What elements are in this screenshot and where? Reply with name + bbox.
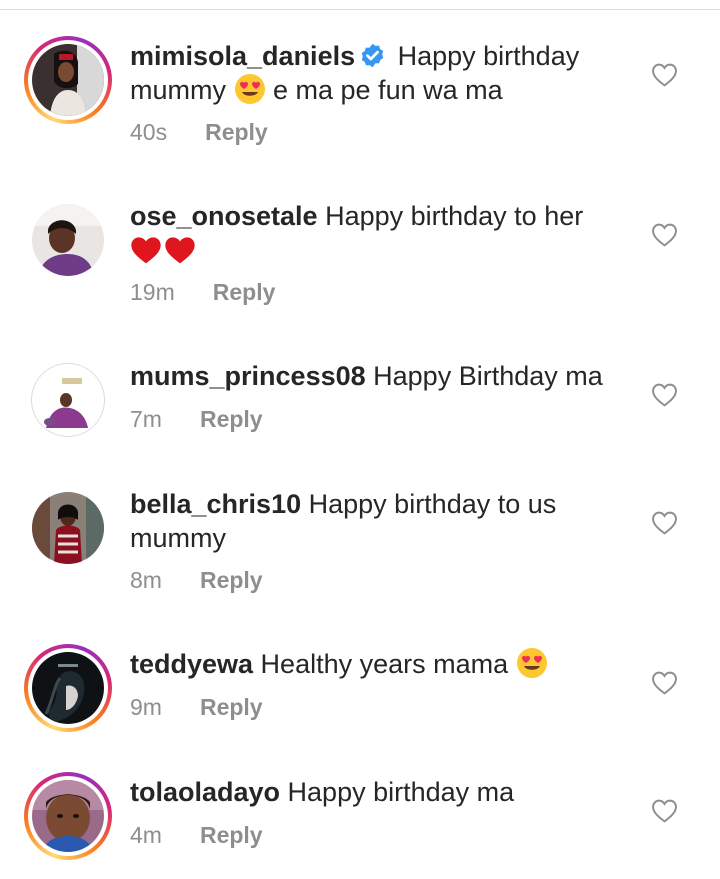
reply-button[interactable]: Reply <box>213 279 276 305</box>
comment-username[interactable]: mimisola_daniels <box>130 41 355 71</box>
two-red-hearts-emoji-icon <box>130 235 196 265</box>
comment-username[interactable]: bella_chris10 <box>130 489 301 519</box>
comment-username[interactable]: mums_princess08 <box>130 361 366 391</box>
comment-text: mimisola_daniels Happy birthday mummy e … <box>130 39 630 107</box>
comment-meta: 4m Reply <box>130 821 263 849</box>
comment-meta: 19m Reply <box>130 278 275 306</box>
avatar-container[interactable] <box>24 356 112 444</box>
comment-body-continued: e ma pe fun wa ma <box>265 75 503 105</box>
comment-meta: 7m Reply <box>130 405 263 433</box>
heart-outline-icon[interactable] <box>651 799 678 823</box>
comment-text: tolaoladayo Happy birthday ma <box>130 775 630 809</box>
comment-timestamp: 19m <box>130 279 175 305</box>
avatar-container[interactable] <box>24 484 112 572</box>
comment-text: mums_princess08 Happy Birthday ma <box>130 359 630 393</box>
comment-timestamp: 9m <box>130 694 162 720</box>
comment-timestamp: 8m <box>130 567 162 593</box>
avatar <box>32 652 104 724</box>
avatar <box>32 364 104 436</box>
comment-body: Happy birthday ma <box>280 777 515 807</box>
reply-button[interactable]: Reply <box>200 822 263 848</box>
comment-text: teddyewa Healthy years mama <box>130 647 630 681</box>
reply-button[interactable]: Reply <box>205 119 268 145</box>
avatar-story-ring[interactable] <box>24 36 112 124</box>
comment-timestamp: 40s <box>130 119 168 145</box>
reply-button[interactable]: Reply <box>200 406 263 432</box>
reply-button[interactable]: Reply <box>200 694 263 720</box>
avatar <box>32 44 104 116</box>
heart-outline-icon[interactable] <box>651 223 678 247</box>
comment-meta: 8m Reply <box>130 566 263 594</box>
comment-meta: 9m Reply <box>130 693 263 721</box>
comment-username[interactable]: ose_onosetale <box>130 201 318 231</box>
avatar-story-ring[interactable] <box>24 772 112 860</box>
comment-timestamp: 4m <box>130 822 162 848</box>
heart-outline-icon[interactable] <box>651 511 678 535</box>
reply-button[interactable]: Reply <box>200 567 263 593</box>
comment-username[interactable]: tolaoladayo <box>130 777 280 807</box>
comment-body: Healthy years mama <box>253 649 516 679</box>
top-divider <box>0 9 720 10</box>
comment-body: Happy birthday to her <box>317 201 584 231</box>
comment-username[interactable]: teddyewa <box>130 649 253 679</box>
avatar <box>32 492 104 564</box>
avatar-container[interactable] <box>24 196 112 284</box>
avatar <box>32 204 104 276</box>
comment-text: ose_onosetale Happy birthday to her <box>130 199 630 267</box>
avatar <box>32 780 104 852</box>
verified-badge-icon <box>361 43 384 68</box>
avatar-story-ring[interactable] <box>24 644 112 732</box>
comment-meta: 40s Reply <box>130 118 268 146</box>
heart-eyes-emoji-icon <box>234 74 265 104</box>
comment-text: bella_chris10 Happy birthday to us mummy <box>130 487 630 555</box>
comment-body: Happy Birthday ma <box>365 361 603 391</box>
heart-outline-icon[interactable] <box>651 63 678 87</box>
heart-eyes-emoji-icon <box>516 648 547 678</box>
heart-outline-icon[interactable] <box>651 383 678 407</box>
heart-outline-icon[interactable] <box>651 671 678 695</box>
comment-timestamp: 7m <box>130 406 162 432</box>
